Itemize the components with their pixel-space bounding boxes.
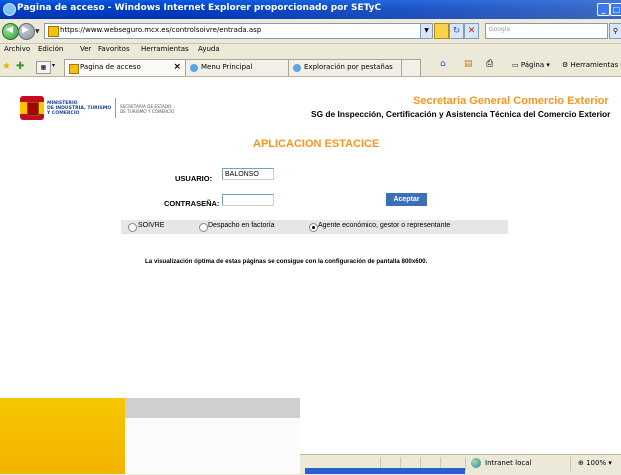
- tab-list-dropdown-icon[interactable]: ▾: [52, 62, 55, 69]
- address-input[interactable]: https://www.webseguro.mcx.es/controlsoiv…: [44, 23, 422, 39]
- tools-menu-button[interactable]: ⚙ Herramientas ▾: [562, 61, 621, 69]
- home-icon[interactable]: ⌂: [440, 59, 446, 69]
- security-zone-label: Intranet local: [485, 459, 532, 467]
- forward-arrow-icon: ▶: [22, 25, 29, 35]
- ie-page-icon: [293, 64, 301, 72]
- header-divider: [115, 98, 116, 118]
- submit-button[interactable]: Aceptar: [386, 193, 427, 206]
- status-cell: [465, 457, 466, 471]
- refresh-button[interactable]: ↻: [449, 23, 464, 39]
- desktop-yellow-panel: [0, 398, 125, 474]
- user-field[interactable]: BALONSO: [222, 168, 274, 180]
- feeds-icon[interactable]: ▤: [464, 59, 473, 69]
- resolution-note: La visualización óptima de estas páginas…: [145, 258, 428, 265]
- tab-label: Menu Principal: [201, 63, 253, 71]
- page-content: [0, 77, 621, 398]
- zoom-icon: ⊕: [578, 459, 587, 467]
- quick-tabs-icon[interactable]: ▦: [36, 61, 51, 74]
- maximize-button[interactable]: □: [610, 3, 621, 16]
- print-icon[interactable]: ⎙: [486, 59, 493, 69]
- stop-button[interactable]: ✕: [464, 23, 479, 39]
- intranet-globe-icon: [471, 458, 481, 468]
- menu-herramientas[interactable]: Herramientas: [141, 45, 189, 53]
- secretaria-name: SECRETARÍA DE ESTADO DE TURISMO Y COMERC…: [120, 104, 175, 114]
- security-lock-icon[interactable]: [434, 23, 449, 39]
- tab-label: Exploración por pestañas: [304, 63, 393, 71]
- menu-ayuda[interactable]: Ayuda: [198, 45, 220, 53]
- password-label: CONTRASEÑA:: [164, 199, 220, 208]
- radio-despacho-factoria[interactable]: [199, 223, 208, 232]
- desktop-grey-strip: [125, 398, 305, 418]
- add-favorite-icon[interactable]: ✚: [16, 61, 24, 72]
- ministry-name: MINISTERIO DE INDUSTRIA, TURISMO Y COMER…: [47, 101, 112, 116]
- menu-favoritos[interactable]: Favoritos: [98, 45, 130, 53]
- tab-exploracion-por-pestanas[interactable]: Exploración por pestañas: [288, 59, 402, 76]
- search-input[interactable]: Google: [485, 23, 608, 39]
- address-dropdown-icon[interactable]: ▼: [420, 23, 433, 39]
- window-title: Pagina de acceso - Windows Internet Expl…: [17, 3, 382, 13]
- taskbar-strip: [305, 468, 465, 474]
- page-menu-label: Página: [520, 61, 545, 69]
- favorites-star-icon[interactable]: ★: [2, 61, 11, 72]
- user-label: USUARIO:: [175, 174, 213, 183]
- tab-favicon-icon: [69, 64, 79, 74]
- tools-menu-label: Herramientas: [570, 61, 619, 69]
- zoom-level[interactable]: ⊕ 100% ▾: [578, 459, 612, 467]
- nav-history-dropdown-icon[interactable]: ▼: [35, 28, 40, 35]
- address-url: https://www.webseguro.mcx.es/controlsoiv…: [60, 26, 262, 34]
- menu-bar: Archivo Edición Ver Favoritos Herramient…: [0, 44, 621, 56]
- ie-page-icon: [190, 64, 198, 72]
- spain-coat-of-arms-icon: [20, 96, 44, 120]
- access-type-radio-group: SOIVRE Despacho en factoría Agente econó…: [121, 220, 508, 234]
- password-field[interactable]: [222, 194, 274, 206]
- search-icon[interactable]: ⚲: [609, 23, 621, 39]
- radio-soivre[interactable]: [128, 223, 137, 232]
- sg-subtitle: SG de Inspección, Certificación y Asiste…: [311, 109, 611, 119]
- page-icon: ▭: [512, 61, 521, 69]
- window-titlebar: Pagina de acceso - Windows Internet Expl…: [0, 0, 621, 19]
- zoom-value: 100%: [586, 459, 607, 467]
- status-cell: [570, 457, 571, 471]
- tab-label: Pagina de acceso: [80, 63, 141, 71]
- tab-close-icon[interactable]: ×: [173, 62, 181, 72]
- radio-agente-economico-label: Agente económico, gestor o representante: [318, 222, 451, 229]
- gear-icon: ⚙: [562, 61, 571, 69]
- address-toolbar: ◀ ▶ ▼ https://www.webseguro.mcx.es/contr…: [0, 19, 621, 44]
- page-title: APLICACION ESTACICE: [253, 138, 380, 150]
- radio-soivre-label: SOIVRE: [138, 222, 165, 229]
- ie-logo-icon: [3, 3, 16, 16]
- browser-lower-area: [300, 398, 621, 454]
- radio-agente-economico[interactable]: [309, 223, 318, 232]
- menu-edicion[interactable]: Edición: [38, 45, 63, 53]
- back-arrow-icon: ◀: [6, 25, 13, 35]
- desktop-white-panel: [125, 418, 300, 474]
- tab-bar: ★ ✚ ▦ ▾ Pagina de acceso × Menu Principa…: [0, 57, 621, 77]
- radio-despacho-factoria-label: Despacho en factoría: [208, 222, 275, 229]
- new-tab-button[interactable]: [401, 59, 421, 76]
- tab-menu-principal[interactable]: Menu Principal: [185, 59, 289, 76]
- search-placeholder: Google: [489, 26, 511, 33]
- back-button[interactable]: ◀: [2, 23, 19, 40]
- page-menu-button[interactable]: ▭ Página ▾: [512, 61, 550, 69]
- menu-ver[interactable]: Ver: [80, 45, 91, 53]
- menu-archivo[interactable]: Archivo: [4, 45, 30, 53]
- minimize-button[interactable]: _: [597, 3, 610, 16]
- sg-title: Secretaria General Comercio Exterior: [413, 95, 609, 107]
- page-favicon-icon: [48, 26, 59, 37]
- tab-pagina-de-acceso[interactable]: Pagina de acceso ×: [64, 59, 186, 76]
- forward-button[interactable]: ▶: [18, 23, 35, 40]
